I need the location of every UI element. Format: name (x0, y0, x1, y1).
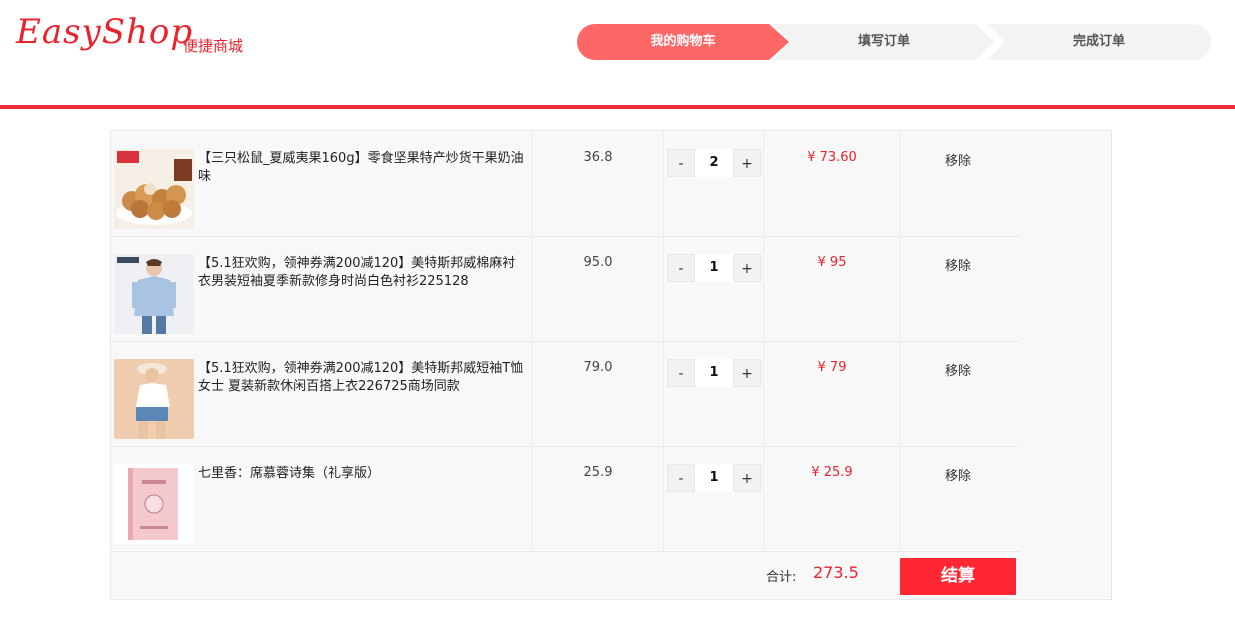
remove-link[interactable]: 移除 (918, 150, 998, 169)
cart-row: 【三只松鼠_夏威夷果160g】零食坚果特产炒货干果奶油味 36.8 - 2 + … (111, 131, 1019, 237)
cart-footer: 合计: 273.5 结算 (111, 551, 1111, 599)
qty-increase-button[interactable]: + (733, 149, 761, 177)
qty-input[interactable]: 1 (695, 254, 733, 282)
qty-increase-button[interactable]: + (733, 254, 761, 282)
qty-decrease-button[interactable]: - (667, 254, 695, 282)
item-subtotal: ¥ 25.9 (811, 465, 853, 480)
product-image-book[interactable] (114, 464, 194, 544)
site-header: EasyShop 便捷商城 完成订单 填写订单 我的购物车 (0, 0, 1235, 110)
total-label: 合计: (766, 570, 797, 585)
checkout-steps: 完成订单 填写订单 我的购物车 (577, 24, 1211, 60)
step-complete-order: 完成订单 (987, 24, 1211, 60)
cart-row: 【5.1狂欢购，领神券满200减120】美特斯邦威棉麻衬衣男装短袖夏季新款修身时… (111, 236, 1019, 342)
checkout-button[interactable]: 结算 (900, 558, 1016, 595)
unit-price: 36.8 (583, 150, 613, 165)
qty-input[interactable]: 1 (695, 359, 733, 387)
product-image-nuts[interactable] (114, 149, 194, 229)
product-image-tshirt[interactable] (114, 359, 194, 439)
cart-row: 【5.1狂欢购，领神券满200减120】美特斯邦威短袖T恤女士 夏装新款休闲百搭… (111, 341, 1019, 447)
qty-decrease-button[interactable]: - (667, 149, 695, 177)
quantity-stepper: - 1 + (667, 359, 763, 387)
quantity-stepper: - 1 + (667, 464, 763, 492)
cart-row: 七里香：席慕蓉诗集（礼享版） 25.9 - 1 + ¥ 25.9 移除 (111, 446, 1019, 552)
logo-subtitle: 便捷商城 (183, 37, 244, 55)
step-my-cart: 我的购物车 (577, 24, 789, 60)
product-name[interactable]: 【5.1狂欢购，领神券满200减120】美特斯邦威棉麻衬衣男装短袖夏季新款修身时… (198, 255, 528, 291)
product-name[interactable]: 七里香：席慕蓉诗集（礼享版） (198, 465, 528, 483)
remove-link[interactable]: 移除 (918, 360, 998, 379)
quantity-stepper: - 1 + (667, 254, 763, 282)
header-divider (0, 105, 1235, 109)
qty-input[interactable]: 1 (695, 464, 733, 492)
step-fill-order: 填写订单 (773, 24, 995, 60)
item-subtotal: ¥ 95 (817, 255, 847, 270)
remove-link[interactable]: 移除 (918, 465, 998, 484)
unit-price: 95.0 (583, 255, 613, 270)
qty-increase-button[interactable]: + (733, 464, 761, 492)
logo[interactable]: EasyShop (16, 12, 193, 52)
qty-decrease-button[interactable]: - (667, 359, 695, 387)
unit-price: 25.9 (583, 465, 613, 480)
cart-table: 【三只松鼠_夏威夷果160g】零食坚果特产炒货干果奶油味 36.8 - 2 + … (110, 130, 1112, 600)
qty-increase-button[interactable]: + (733, 359, 761, 387)
qty-decrease-button[interactable]: - (667, 464, 695, 492)
qty-input[interactable]: 2 (695, 149, 733, 177)
remove-link[interactable]: 移除 (918, 255, 998, 274)
total-value: 273.5 (813, 563, 859, 582)
quantity-stepper: - 2 + (667, 149, 763, 177)
item-subtotal: ¥ 73.60 (807, 150, 857, 165)
product-image-shirt[interactable] (114, 254, 194, 334)
product-name[interactable]: 【5.1狂欢购，领神券满200减120】美特斯邦威短袖T恤女士 夏装新款休闲百搭… (198, 360, 528, 396)
unit-price: 79.0 (583, 360, 613, 375)
product-name[interactable]: 【三只松鼠_夏威夷果160g】零食坚果特产炒货干果奶油味 (198, 150, 528, 186)
item-subtotal: ¥ 79 (817, 360, 847, 375)
